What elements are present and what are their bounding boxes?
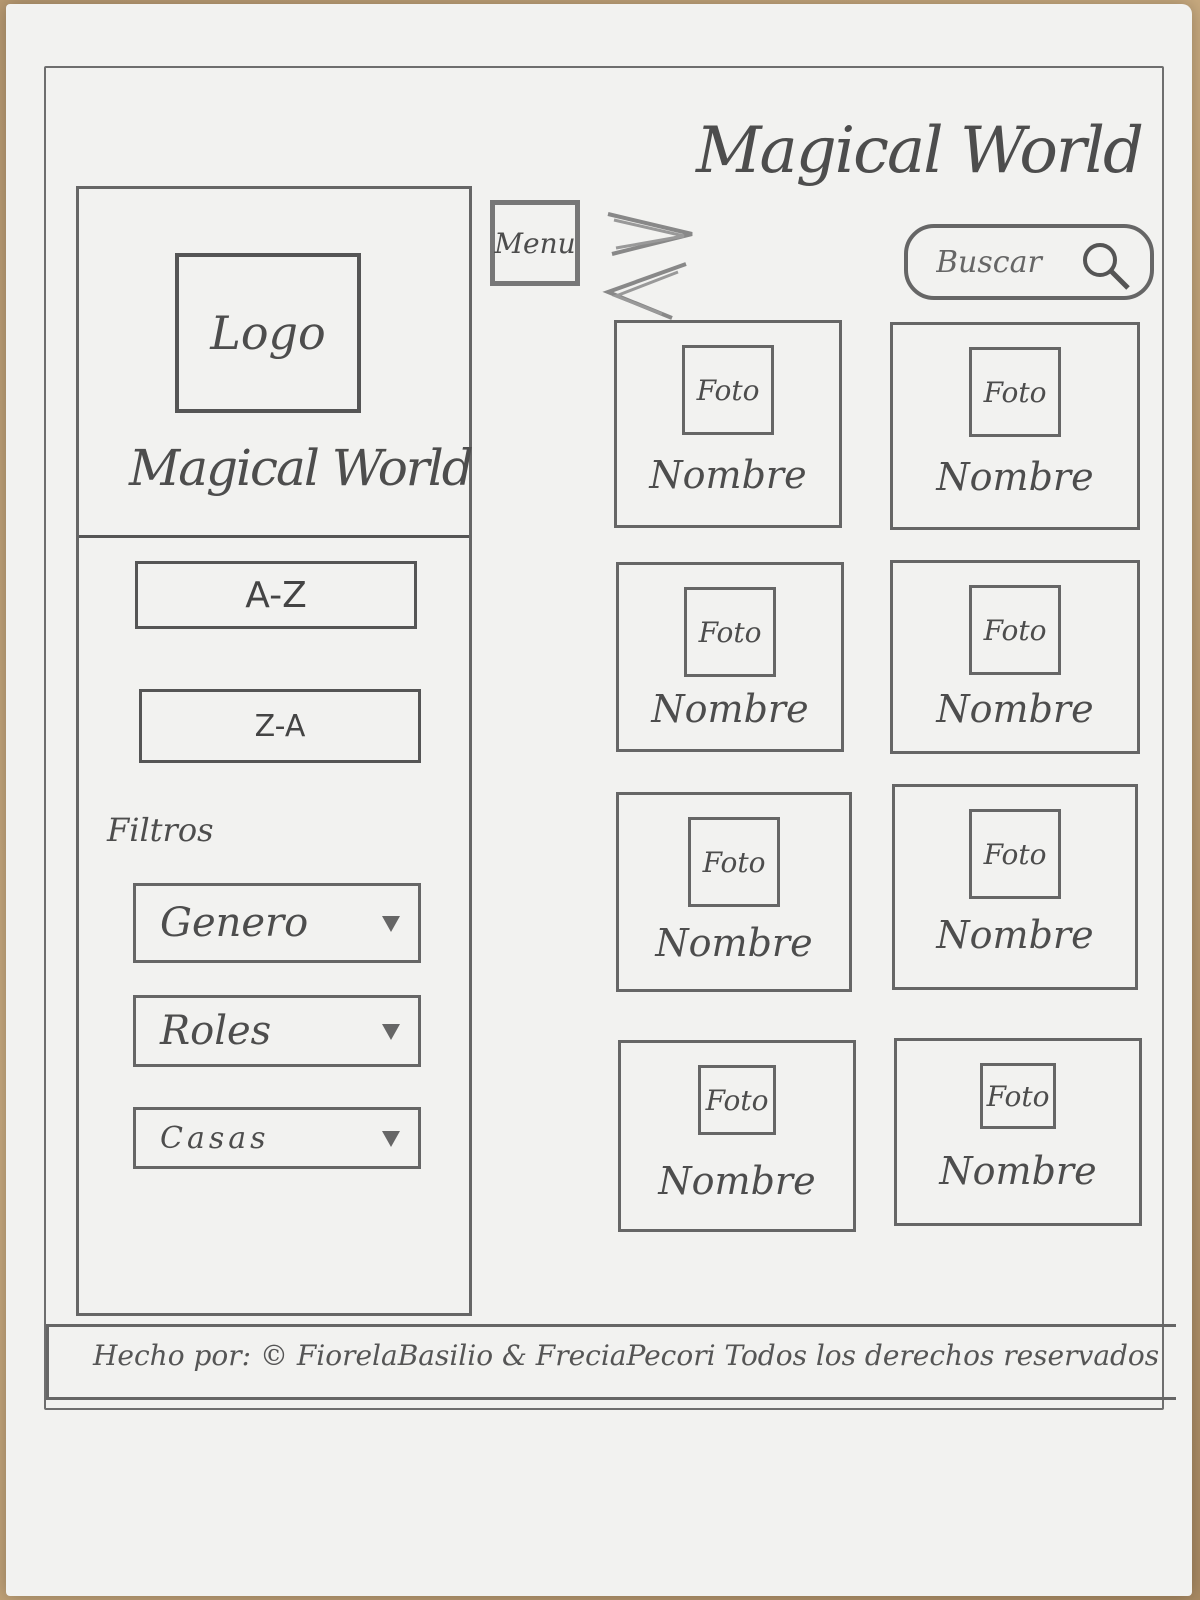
paper-sheet: Magical World Menu Logo Magical World A-…: [6, 4, 1192, 1596]
sidebar-header: Logo Magical World: [79, 189, 474, 538]
sidebar-brand: Magical World: [129, 439, 474, 497]
search-input[interactable]: [934, 243, 1078, 281]
filter-roles-select[interactable]: Roles: [133, 995, 421, 1067]
search-icon[interactable]: [1078, 238, 1134, 294]
card-photo: Foto: [682, 345, 774, 435]
character-card[interactable]: Foto Nombre: [616, 792, 852, 992]
character-card[interactable]: Foto Nombre: [618, 1040, 856, 1232]
app-title: Magical World: [696, 114, 1144, 188]
dropdown-triangle-icon: [382, 916, 400, 932]
filters-label: Filtros: [107, 811, 214, 849]
card-name: Nombre: [936, 913, 1094, 957]
search-box[interactable]: [904, 224, 1154, 300]
filter-genero-label: Genero: [160, 900, 309, 946]
card-photo: Foto: [969, 585, 1061, 675]
menu-arrow-icon: [602, 212, 693, 320]
footer-credits: Hecho por: © FiorelaBasilio & FreciaPeco…: [93, 1339, 1160, 1372]
card-name: Nombre: [651, 687, 809, 731]
filter-roles-label: Roles: [160, 1008, 272, 1054]
card-photo: Foto: [698, 1065, 776, 1135]
menu-button[interactable]: Menu: [490, 200, 580, 286]
dropdown-triangle-icon: [382, 1024, 400, 1040]
character-card[interactable]: Foto Nombre: [616, 562, 844, 752]
dropdown-triangle-icon: [382, 1131, 400, 1147]
sort-za-button[interactable]: Z-A: [139, 689, 421, 763]
card-photo: Foto: [684, 587, 776, 677]
card-name: Nombre: [936, 687, 1094, 731]
filter-casas-label: Casas: [160, 1120, 270, 1156]
sort-az-button[interactable]: A-Z: [135, 561, 417, 629]
filter-casas-select[interactable]: Casas: [133, 1107, 421, 1169]
card-photo: Foto: [688, 817, 780, 907]
card-photo: Foto: [969, 809, 1061, 899]
sidebar: Logo Magical World A-Z Z-A Filtros Gener…: [76, 186, 474, 1316]
card-name: Nombre: [649, 453, 807, 497]
character-card[interactable]: Foto Nombre: [614, 320, 842, 528]
card-name: Nombre: [936, 455, 1094, 499]
filter-genero-select[interactable]: Genero: [133, 883, 421, 963]
card-photo: Foto: [969, 347, 1061, 437]
footer: Hecho por: © FiorelaBasilio & FreciaPeco…: [46, 1324, 1176, 1400]
character-card[interactable]: Foto Nombre: [892, 784, 1138, 990]
card-name: Nombre: [655, 921, 813, 965]
card-name: Nombre: [939, 1149, 1097, 1193]
card-name: Nombre: [658, 1159, 816, 1203]
character-card[interactable]: Foto Nombre: [890, 560, 1140, 754]
card-photo: Foto: [980, 1063, 1056, 1129]
character-card[interactable]: Foto Nombre: [894, 1038, 1142, 1226]
character-card[interactable]: Foto Nombre: [890, 322, 1140, 530]
logo: Logo: [175, 253, 361, 413]
